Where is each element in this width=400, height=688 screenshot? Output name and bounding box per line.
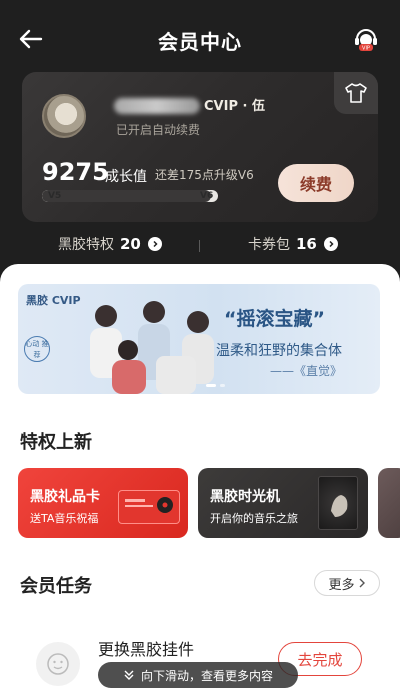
chevron-right-icon <box>359 578 365 588</box>
level-from: V5 <box>48 191 62 201</box>
banner-title: “摇滚宝藏” <box>224 308 325 330</box>
band-photo-image <box>90 301 214 394</box>
task-title: 更换黑胶挂件 <box>98 640 195 659</box>
banner-tag: ——《直觉》 <box>270 364 343 378</box>
time-machine-tile[interactable]: 黑胶时光机 开启你的音乐之旅 <box>198 468 368 538</box>
card-title: 黑胶礼品卡 <box>30 489 100 505</box>
privileges-count: 20 <box>120 235 141 253</box>
growth-label: 成长值 <box>105 169 147 185</box>
avatar[interactable] <box>42 94 86 138</box>
growth-hint: 还差175点升级V6 <box>155 168 254 182</box>
banner-pagination <box>206 384 225 387</box>
vip-level-badge: CVIP · 伍 <box>204 99 265 114</box>
coupons-link[interactable]: 卡券包 16 <box>248 234 338 254</box>
privileges-link[interactable]: 黑胶特权 20 <box>58 234 162 254</box>
promo-banner[interactable]: 黑胶 CVIP 心动 推荐 “摇滚宝藏” 温柔和狂野的集合体 ——《直觉》 <box>18 284 380 394</box>
stats-row: 黑胶特权 20 卡券包 16 <box>0 230 400 260</box>
chevron-right-icon <box>323 237 338 251</box>
section-title-new-privileges: 特权上新 <box>20 432 92 453</box>
card-subtitle: 送TA音乐祝福 <box>30 512 99 525</box>
privileges-label: 黑胶特权 <box>58 237 114 253</box>
growth-value: 9275 <box>42 158 109 186</box>
banner-sticker: 心动 推荐 <box>24 336 50 362</box>
pendant-task-icon <box>36 642 80 686</box>
auto-renew-status: 已开启自动续费 <box>116 123 201 137</box>
vip-service-icon[interactable]: VIP <box>350 22 382 54</box>
growth-progress-bar <box>42 190 218 202</box>
content-sheet: 黑胶 CVIP 心动 推荐 “摇滚宝藏” 温柔和狂野的集合体 ——《直觉》 特权… <box>0 264 400 688</box>
card-subtitle: 开启你的音乐之旅 <box>210 512 298 525</box>
gift-card-image <box>118 490 180 524</box>
hand-image <box>318 476 358 530</box>
tshirt-icon <box>345 83 367 103</box>
gift-card-tile[interactable]: 黑胶礼品卡 送TA音乐祝福 <box>18 468 188 538</box>
double-chevron-down-icon <box>124 670 134 680</box>
username-blurred <box>114 98 200 114</box>
coupons-count: 16 <box>296 235 317 253</box>
renew-button[interactable]: 续费 <box>278 164 354 202</box>
divider <box>199 240 200 252</box>
level-to: V6 <box>200 191 214 201</box>
member-card[interactable]: CVIP · 伍 已开启自动续费 9275 成长值 还差175点升级V6 V5 … <box>22 72 378 222</box>
more-label: 更多 <box>328 577 355 593</box>
card-title: 黑胶时光机 <box>210 489 280 505</box>
page-title: 会员中心 <box>158 30 242 54</box>
vip-service-badge: VIP <box>362 46 370 52</box>
more-button[interactable]: 更多 <box>314 570 380 596</box>
coupons-label: 卡券包 <box>248 237 290 253</box>
banner-subtitle: 温柔和狂野的集合体 <box>216 343 342 359</box>
tshirt-button[interactable] <box>334 72 378 114</box>
partial-tile[interactable] <box>378 468 400 538</box>
chevron-right-icon <box>147 237 162 251</box>
scroll-hint-toast: 向下滑动，查看更多内容 <box>98 662 298 688</box>
banner-logo: 黑胶 CVIP <box>26 294 81 307</box>
growth-progress-fill <box>42 190 211 202</box>
top-bar: 会员中心 VIP <box>0 0 400 78</box>
section-title-tasks: 会员任务 <box>20 576 92 597</box>
scroll-hint-text: 向下滑动，查看更多内容 <box>140 668 273 683</box>
